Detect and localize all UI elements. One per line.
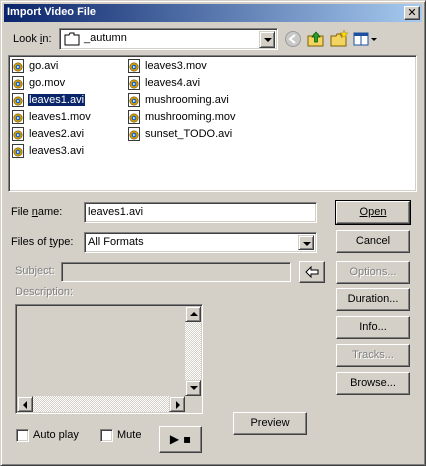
close-button[interactable]: ✕: [404, 6, 420, 20]
title-bar[interactable]: Import Video File ✕: [4, 4, 422, 22]
filename-label: File name:: [11, 206, 63, 218]
browse-button[interactable]: Browse...: [336, 372, 410, 395]
filetype-label: Files of type:: [11, 236, 74, 248]
file-name: leaves1.avi: [26, 93, 87, 107]
video-file-icon: [12, 75, 24, 90]
back-arrow-icon[interactable]: [283, 29, 303, 49]
file-name: leaves3.mov: [145, 60, 207, 72]
left-arrow-icon: [305, 266, 319, 278]
scroll-down-button[interactable]: [185, 380, 201, 396]
play-icon: ▶ ▪: [169, 432, 192, 446]
video-file-icon: [128, 126, 140, 141]
file-name: mushrooming.avi: [145, 94, 229, 106]
window-title: Import Video File: [7, 6, 97, 18]
vertical-scrollbar[interactable]: [185, 306, 201, 396]
video-file-icon: [12, 126, 24, 141]
mute-label[interactable]: Mute: [117, 429, 141, 441]
file-name: sunset_TODO.avi: [145, 128, 233, 140]
triangle-down-icon: [190, 386, 198, 390]
filetype-value: All Formats: [88, 236, 144, 248]
file-name: mushrooming.mov: [145, 111, 236, 123]
file-name: leaves4.avi: [145, 77, 201, 89]
video-file-icon: [12, 109, 24, 124]
scroll-right-button[interactable]: [169, 396, 185, 412]
triangle-up-icon: [190, 312, 198, 316]
video-file-icon: [12, 58, 24, 73]
file-item[interactable]: leaves1.mov: [11, 109, 92, 125]
mute-checkbox[interactable]: [100, 429, 113, 442]
file-item[interactable]: leaves4.avi: [127, 75, 201, 91]
tracks-button[interactable]: Tracks...: [336, 344, 410, 367]
file-item[interactable]: mushrooming.mov: [127, 109, 236, 125]
up-folder-icon[interactable]: [306, 29, 326, 49]
lookin-label: Look in:: [13, 33, 52, 45]
duration-button[interactable]: Duration...: [336, 288, 410, 311]
options-button[interactable]: Options...: [336, 261, 410, 284]
scroll-left-button[interactable]: [17, 396, 33, 412]
scrollbar-corner: [185, 396, 201, 412]
video-file-icon: [128, 58, 140, 73]
file-name: go.avi: [29, 60, 59, 72]
file-item[interactable]: go.avi: [11, 58, 59, 74]
folder-icon: [64, 32, 80, 46]
subject-insert-button[interactable]: [299, 261, 325, 283]
open-button[interactable]: Open: [335, 200, 411, 225]
file-item[interactable]: leaves3.avi: [11, 143, 85, 159]
file-item[interactable]: leaves2.avi: [11, 126, 85, 142]
info-button[interactable]: Info...: [336, 316, 410, 339]
cancel-button[interactable]: Cancel: [336, 230, 410, 253]
video-file-icon: [12, 92, 24, 107]
filetype-select[interactable]: All Formats: [84, 232, 317, 253]
view-menu-icon[interactable]: [352, 29, 378, 49]
horizontal-scrollbar[interactable]: [17, 396, 185, 412]
chevron-down-icon[interactable]: [298, 235, 314, 250]
autoplay-label[interactable]: Auto play: [33, 429, 79, 441]
description-textarea[interactable]: [15, 304, 203, 414]
video-file-icon: [128, 109, 140, 124]
video-file-icon: [128, 75, 140, 90]
triangle-left-icon: [23, 401, 27, 409]
play-button[interactable]: ▶ ▪: [159, 426, 202, 453]
lookin-value: _autumn: [84, 32, 127, 44]
chevron-down-icon[interactable]: [259, 31, 275, 48]
new-folder-icon[interactable]: [329, 29, 349, 49]
filename-field[interactable]: leaves1.avi: [84, 202, 317, 223]
file-name: leaves2.avi: [29, 128, 85, 140]
scroll-up-button[interactable]: [185, 306, 201, 322]
file-name: go.mov: [29, 77, 66, 89]
file-name: leaves3.avi: [29, 145, 85, 157]
file-item[interactable]: leaves1.avi: [11, 92, 87, 108]
file-name: leaves1.mov: [29, 111, 91, 123]
close-icon: ✕: [407, 6, 417, 19]
description-label: Description:: [15, 286, 74, 298]
autoplay-checkbox[interactable]: [16, 429, 29, 442]
triangle-right-icon: [176, 401, 180, 409]
file-list[interactable]: go.avi go.mov leaves1.avi leaves1.mov leaves…: [8, 55, 417, 192]
file-item[interactable]: go.mov: [11, 75, 66, 91]
subject-field: [61, 262, 291, 282]
filename-value: leaves1.avi: [88, 206, 144, 218]
subject-label: Subject:: [15, 265, 55, 277]
file-item[interactable]: leaves3.mov: [127, 58, 208, 74]
file-item[interactable]: sunset_TODO.avi: [127, 126, 233, 142]
preview-button[interactable]: Preview: [233, 412, 307, 435]
file-item[interactable]: mushrooming.avi: [127, 92, 230, 108]
video-file-icon: [12, 143, 24, 158]
video-file-icon: [128, 92, 140, 107]
lookin-combo[interactable]: _autumn: [59, 28, 278, 50]
